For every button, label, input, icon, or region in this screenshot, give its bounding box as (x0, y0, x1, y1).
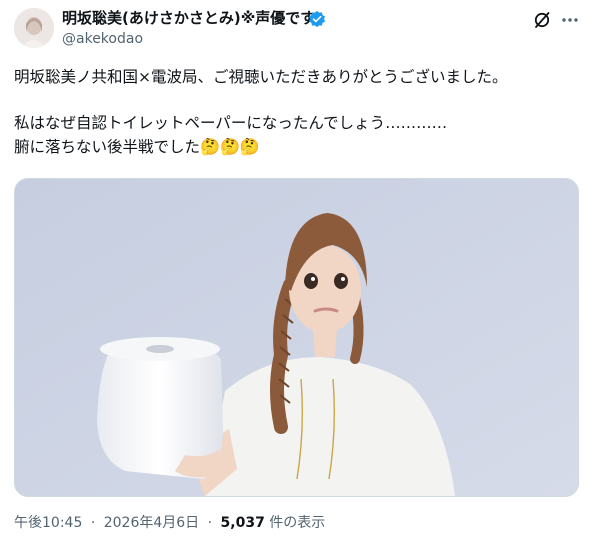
meta-separator: · (207, 515, 213, 531)
tweet-text-line-3: 腑に落ちない後半戦でした🤔🤔🤔 (14, 135, 584, 159)
views-label: 件の表示 (269, 515, 326, 531)
tweet-date[interactable]: 2026年4月6日 (104, 515, 199, 531)
author-handle[interactable]: @akekodao (62, 30, 143, 48)
meta-separator: · (90, 515, 96, 531)
verified-badge-icon (308, 10, 326, 28)
thinking-face-emoji: 🤔🤔🤔 (200, 137, 260, 156)
views-count[interactable]: 5,037 (221, 515, 265, 531)
tweet: 明坂聡美(あけさかさとみ)※声優です @akekodao 明坂聡美ノ共和国×電波… (0, 0, 595, 552)
tweet-text-line-3-text: 腑に落ちない後半戦でした (14, 138, 201, 156)
tweet-text: 明坂聡美ノ共和国×電波局、ご視聴いただきありがとうございました。 私はなぜ自認ト… (14, 66, 584, 159)
grok-icon[interactable] (532, 10, 552, 30)
more-icon[interactable] (560, 10, 580, 30)
photo-woman-holding-toilet-paper (15, 179, 578, 496)
tweet-time[interactable]: 午後10:45 (14, 515, 82, 531)
avatar-image (14, 8, 54, 48)
tweet-photo[interactable] (14, 178, 579, 497)
tweet-text-line-2: 私はなぜ自認トイレットペーパーになったんでしょう………… (14, 114, 448, 132)
tweet-meta: 午後10:45 · 2026年4月6日 · 5,037 件の表示 (14, 513, 325, 533)
tweet-text-line-1: 明坂聡美ノ共和国×電波局、ご視聴いただきありがとうございました。 (14, 68, 508, 86)
avatar[interactable] (14, 8, 54, 48)
author-display-name[interactable]: 明坂聡美(あけさかさとみ)※声優です (62, 8, 315, 28)
